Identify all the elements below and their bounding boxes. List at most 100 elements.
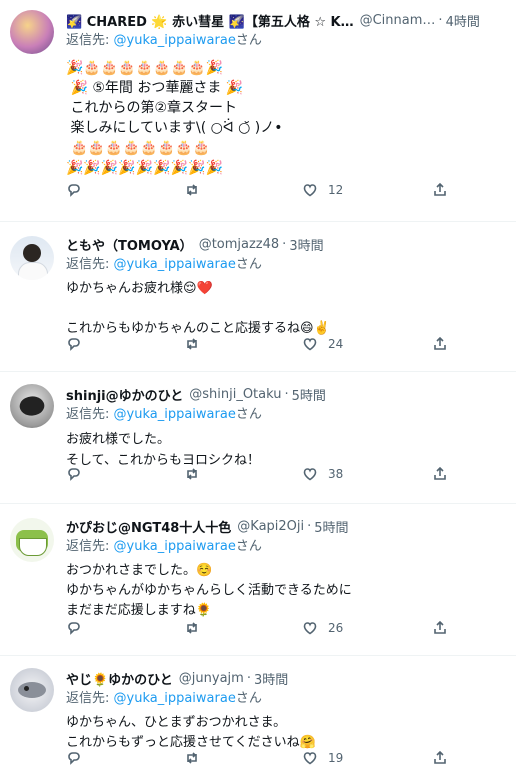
display-name[interactable]: かぴおじ@NGT48十人十色 [66, 517, 231, 536]
user-handle[interactable]: @shinji_Otaku [189, 387, 281, 402]
retweet-button[interactable] [184, 182, 200, 198]
reply-mention[interactable]: @yuka_ippaiwarae [114, 539, 236, 554]
reply-prefix: 返信先: [66, 539, 114, 554]
like-button[interactable]: 38 [302, 466, 343, 482]
reply-tweet[interactable]: ともや（TOMOYA） @tomjazz48 · 3時間 返信先: @yuka_… [0, 222, 516, 372]
avatar-figure-face [19, 538, 47, 556]
user-handle[interactable]: @junyajm [179, 671, 244, 686]
heart-icon [303, 622, 317, 635]
tweet-header: ともや（TOMOYA） @tomjazz48 · 3時間 [66, 234, 506, 254]
share-button[interactable] [432, 182, 448, 198]
separator-dot: · [438, 12, 443, 28]
reply-tweet[interactable]: 🌠 CHARED 🌟 赤い彗星 🌠【第五人格 ☆ K… @Cinnam… · 4… [0, 0, 516, 222]
reply-prefix: 返信先: [66, 257, 114, 272]
tweet-content: 🌠 CHARED 🌟 赤い彗星 🌠【第五人格 ☆ K… @Cinnam… · 4… [66, 10, 506, 178]
separator-dot: · [246, 670, 251, 686]
avatar[interactable] [10, 518, 54, 562]
tweet-header: かぴおじ@NGT48十人十色 @Kapi2Oji · 5時間 [66, 516, 506, 536]
reply-button[interactable] [66, 750, 82, 766]
share-icon [434, 750, 446, 764]
reply-context: 返信先: @yuka_ippaiwaraeさん [66, 688, 506, 710]
share-button[interactable] [432, 620, 448, 636]
avatar-figure [18, 682, 46, 698]
reply-prefix: 返信先: [66, 691, 114, 706]
separator-dot: · [284, 386, 289, 402]
reply-prefix: 返信先: [66, 407, 114, 422]
reply-button[interactable] [66, 620, 82, 636]
timestamp[interactable]: 5時間 [314, 517, 348, 536]
like-button[interactable]: 26 [302, 620, 343, 636]
reply-suffix: さん [235, 691, 262, 706]
tweet-content: ともや（TOMOYA） @tomjazz48 · 3時間 返信先: @yuka_… [66, 234, 506, 339]
reply-suffix: さん [235, 407, 262, 422]
retweet-button[interactable] [184, 750, 200, 766]
reply-mention[interactable]: @yuka_ippaiwarae [114, 691, 236, 706]
reply-button[interactable] [66, 336, 82, 352]
avatar[interactable] [10, 668, 54, 712]
share-icon [434, 466, 446, 480]
reply-context: 返信先: @yuka_ippaiwaraeさん [66, 254, 506, 276]
timestamp[interactable]: 4時間 [446, 11, 480, 30]
reply-feed: 🌠 CHARED 🌟 赤い彗星 🌠【第五人格 ☆ K… @Cinnam… · 4… [0, 0, 516, 783]
retweet-icon [187, 622, 197, 634]
display-name[interactable]: ともや（TOMOYA） [66, 235, 193, 254]
tweet-text: おつかれさまでした。☺️ ゆかちゃんがゆかちゃんらしく活動できるために まだまだ… [66, 563, 352, 618]
share-button[interactable] [432, 466, 448, 482]
reply-tweet[interactable]: やじ🌻ゆかのひと @junyajm · 3時間 返信先: @yuka_ippai… [0, 656, 516, 783]
retweet-button[interactable] [184, 466, 200, 482]
reply-suffix: さん [235, 539, 262, 554]
like-button[interactable]: 24 [302, 336, 343, 352]
reply-suffix: さん [235, 257, 262, 272]
retweet-icon [187, 752, 197, 764]
reply-context: 返信先: @yuka_ippaiwaraeさん [66, 30, 506, 52]
avatar[interactable] [10, 236, 54, 280]
timestamp[interactable]: 3時間 [254, 669, 288, 688]
share-icon [434, 182, 446, 196]
timestamp[interactable]: 5時間 [292, 385, 326, 404]
tweet-header: 🌠 CHARED 🌟 赤い彗星 🌠【第五人格 ☆ K… @Cinnam… · 4… [66, 10, 506, 30]
like-count: 19 [328, 751, 344, 765]
avatar-figure-body [18, 262, 48, 280]
user-handle[interactable]: @Cinnam… [360, 13, 436, 28]
avatar-figure [16, 391, 48, 421]
avatar[interactable] [10, 10, 54, 54]
heart-icon [303, 338, 317, 351]
reply-tweet[interactable]: かぴおじ@NGT48十人十色 @Kapi2Oji · 5時間 返信先: @yuk… [0, 504, 516, 656]
user-handle[interactable]: @Kapi2Oji [237, 519, 304, 534]
reply-icon [68, 752, 80, 765]
display-name[interactable]: 🌠 CHARED 🌟 赤い彗星 🌠【第五人格 ☆ K… [66, 11, 354, 30]
tweet-header: やじ🌻ゆかのひと @junyajm · 3時間 [66, 668, 506, 688]
share-button[interactable] [432, 750, 448, 766]
reply-suffix: さん [235, 33, 262, 48]
like-button[interactable]: 12 [302, 182, 343, 198]
reply-icon [68, 622, 80, 635]
reply-mention[interactable]: @yuka_ippaiwarae [114, 257, 236, 272]
reply-button[interactable] [66, 182, 82, 198]
like-button[interactable]: 19 [302, 750, 343, 766]
tweet-text: 🎉🎂🎂🎂🎂🎂🎂🎂🎉 🎉 ⑤年間 おつ華麗さま 🎉 これからの第②章スタート 楽し… [66, 60, 283, 176]
retweet-icon [187, 184, 197, 196]
retweet-button[interactable] [184, 336, 200, 352]
reply-prefix: 返信先: [66, 33, 114, 48]
user-handle[interactable]: @tomjazz48 [199, 237, 279, 252]
retweet-button[interactable] [184, 620, 200, 636]
avatar[interactable] [10, 384, 54, 428]
heart-icon [303, 184, 317, 197]
reply-context: 返信先: @yuka_ippaiwaraeさん [66, 536, 506, 558]
tweet-content: やじ🌻ゆかのひと @junyajm · 3時間 返信先: @yuka_ippai… [66, 668, 506, 753]
tweet-text: お疲れ様でした。 そして、これからもヨロシクね！ [66, 432, 260, 468]
display-name[interactable]: shinji@ゆかのひと [66, 385, 183, 404]
reply-button[interactable] [66, 466, 82, 482]
tweet-text: ゆかちゃんお疲れ様😌❤️ これからもゆかちゃんのこと応援するね😄✌️ [66, 281, 330, 336]
reply-mention[interactable]: @yuka_ippaiwarae [114, 33, 236, 48]
heart-icon [303, 468, 317, 481]
separator-dot: · [307, 518, 312, 534]
reply-context: 返信先: @yuka_ippaiwaraeさん [66, 404, 506, 426]
avatar-figure-eye [24, 686, 29, 691]
share-button[interactable] [432, 336, 448, 352]
timestamp[interactable]: 3時間 [289, 235, 323, 254]
reply-tweet[interactable]: shinji@ゆかのひと @shinji_Otaku · 5時間 返信先: @y… [0, 372, 516, 504]
display-name[interactable]: やじ🌻ゆかのひと [66, 669, 173, 688]
avatar-figure [23, 244, 41, 262]
reply-mention[interactable]: @yuka_ippaiwarae [114, 407, 236, 422]
